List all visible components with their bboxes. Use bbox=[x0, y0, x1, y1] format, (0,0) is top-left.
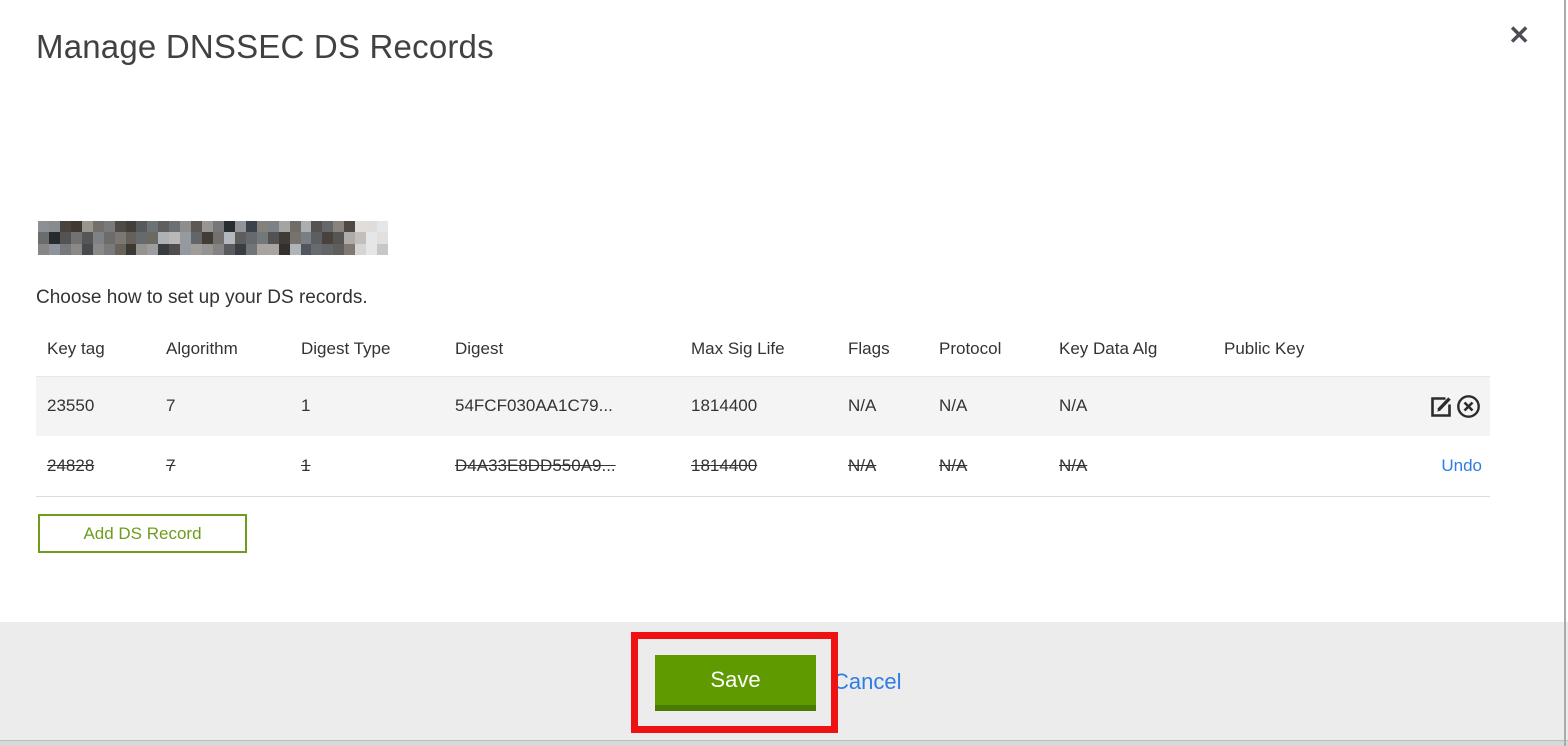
cell-key-tag: 23550 bbox=[36, 375, 155, 436]
save-button[interactable]: Save bbox=[655, 655, 816, 711]
cell-algorithm: 7 bbox=[155, 436, 290, 497]
col-header-digest-type: Digest Type bbox=[301, 338, 391, 358]
instruction-text: Choose how to set up your DS records. bbox=[36, 287, 368, 308]
page-bottom-edge bbox=[0, 740, 1568, 746]
col-header-digest: Digest bbox=[455, 338, 504, 358]
ds-records-table: Key tag Algorithm Digest Type Digest Max… bbox=[36, 328, 1490, 497]
window-right-border bbox=[1564, 0, 1566, 746]
edit-record-icon[interactable] bbox=[1428, 393, 1455, 420]
table-header-row: Key tag Algorithm Digest Type Digest Max… bbox=[36, 328, 1490, 376]
col-header-public-key: Public Key bbox=[1224, 338, 1305, 358]
cell-digest-type: 1 bbox=[290, 375, 444, 436]
row-actions: Undo bbox=[1403, 436, 1490, 497]
cell-key-tag: 24828 bbox=[36, 436, 155, 497]
cell-max-sig-life: 1814400 bbox=[680, 375, 837, 436]
col-header-max-sig-life: Max Sig Life bbox=[691, 338, 785, 358]
cell-public-key bbox=[1213, 436, 1403, 497]
add-ds-record-button[interactable]: Add DS Record bbox=[38, 514, 247, 553]
cell-flags: N/A bbox=[837, 375, 928, 436]
row-actions bbox=[1403, 375, 1490, 436]
undo-link[interactable]: Undo bbox=[1441, 456, 1482, 475]
cell-max-sig-life: 1814400 bbox=[680, 436, 837, 497]
cell-public-key bbox=[1213, 375, 1403, 436]
cancel-link[interactable]: Cancel bbox=[833, 669, 901, 695]
col-header-key-tag: Key tag bbox=[47, 338, 105, 358]
cell-algorithm: 7 bbox=[155, 375, 290, 436]
col-header-actions bbox=[1403, 328, 1490, 376]
cell-digest: 54FCF030AA1C79... bbox=[444, 375, 680, 436]
table-row-deleted: 24828 7 1 D4A33E8DD550A9... 1814400 N/A … bbox=[36, 436, 1490, 497]
page-title: Manage DNSSEC DS Records bbox=[36, 28, 494, 65]
cell-protocol: N/A bbox=[928, 436, 1048, 497]
col-header-key-data-alg: Key Data Alg bbox=[1059, 338, 1158, 358]
table-row: 23550 7 1 54FCF030AA1C79... 1814400 N/A … bbox=[36, 375, 1490, 436]
cell-digest-type: 1 bbox=[290, 436, 444, 497]
cell-flags: N/A bbox=[837, 436, 928, 497]
dnssec-dialog: Manage DNSSEC DS Records ✕ Choose how to… bbox=[0, 0, 1568, 746]
cell-digest: D4A33E8DD550A9... bbox=[444, 436, 680, 497]
cell-key-data-alg: N/A bbox=[1048, 375, 1213, 436]
cell-key-data-alg: N/A bbox=[1048, 436, 1213, 497]
close-icon[interactable]: ✕ bbox=[1508, 22, 1530, 48]
col-header-protocol: Protocol bbox=[939, 338, 1002, 358]
redacted-domain-name bbox=[38, 221, 388, 255]
cell-protocol: N/A bbox=[928, 375, 1048, 436]
col-header-flags: Flags bbox=[848, 338, 890, 358]
delete-record-icon[interactable] bbox=[1455, 393, 1482, 420]
col-header-algorithm: Algorithm bbox=[166, 338, 238, 358]
